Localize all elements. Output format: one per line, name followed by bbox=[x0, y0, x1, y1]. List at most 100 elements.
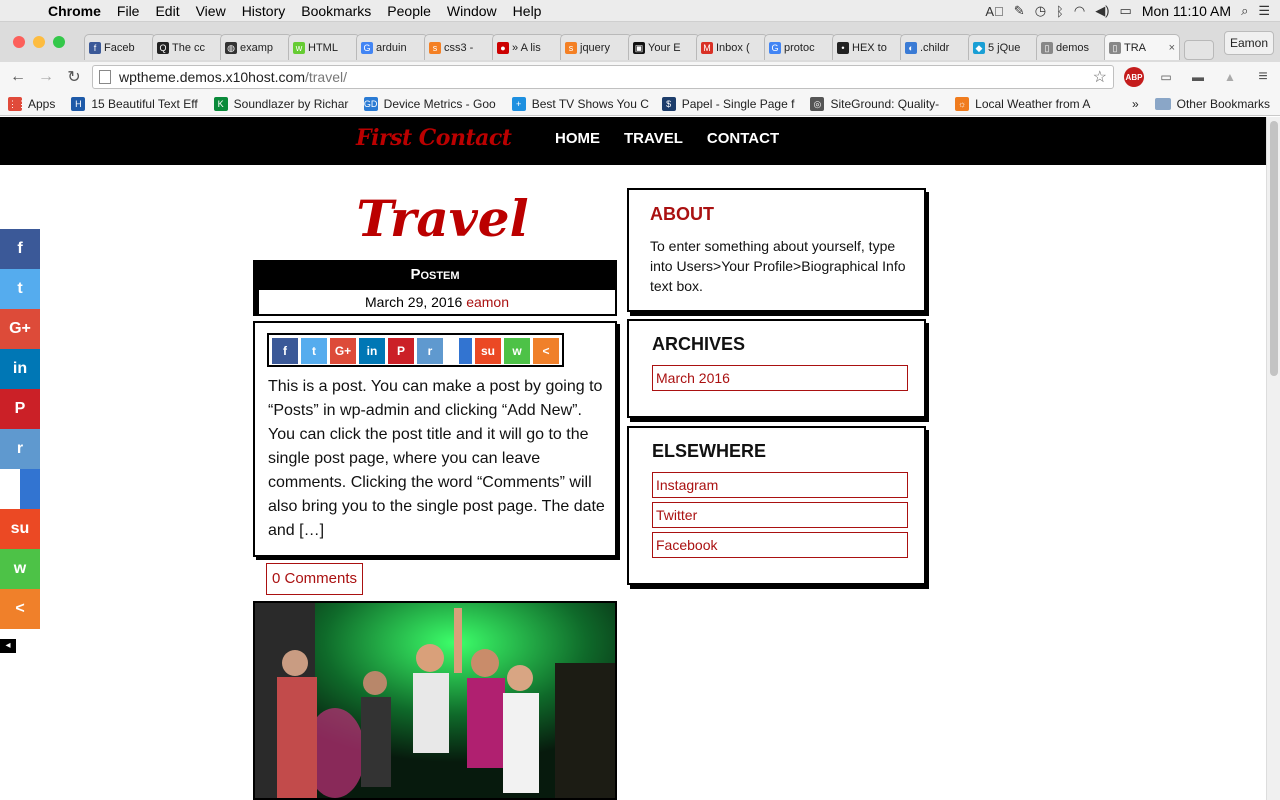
scrollbar-thumb[interactable] bbox=[1270, 121, 1278, 376]
tab-active[interactable]: ▯ TRA × bbox=[1104, 34, 1180, 60]
share-twitter-icon[interactable]: t bbox=[301, 338, 327, 364]
chrome-menu-icon[interactable]: ≡ bbox=[1254, 67, 1272, 87]
tab[interactable]: ◐ .childr bbox=[900, 34, 972, 60]
post-author-link[interactable]: eamon bbox=[466, 294, 509, 310]
tab[interactable]: Q The cc bbox=[152, 34, 224, 60]
tab[interactable]: Gprotoc bbox=[764, 34, 836, 60]
battery-icon[interactable]: ▭ bbox=[1120, 3, 1132, 19]
floating-share-facebook-icon[interactable]: f bbox=[0, 229, 40, 269]
menu-window[interactable]: Window bbox=[439, 3, 505, 19]
close-tab-icon[interactable]: × bbox=[1169, 42, 1175, 54]
share-whatsapp-icon[interactable]: w bbox=[504, 338, 530, 364]
floating-share-share-icon[interactable]: < bbox=[0, 589, 40, 629]
address-bar[interactable]: wptheme.demos.x10host.com/travel/ ☆ bbox=[92, 65, 1114, 89]
bookmark-item[interactable]: + Best TV Shows You C bbox=[504, 96, 654, 111]
bookmark-item[interactable]: ☼ Local Weather from A bbox=[947, 96, 1097, 111]
tab[interactable]: s jquery bbox=[560, 34, 632, 60]
bookmark-item[interactable]: ⋮⋮ Apps bbox=[0, 96, 63, 111]
page-icon[interactable] bbox=[99, 70, 111, 84]
site-logo[interactable]: First Contact bbox=[356, 125, 512, 151]
tab[interactable]: ◍ examp bbox=[220, 34, 292, 60]
reload-icon[interactable]: ↻ bbox=[60, 67, 88, 87]
tab[interactable]: M Inbox ( bbox=[696, 34, 768, 60]
hide-share-bar-icon[interactable]: ◂ bbox=[0, 639, 16, 653]
cast-icon[interactable]: ▭ bbox=[1156, 67, 1176, 87]
spotlight-icon[interactable]: ⌕ bbox=[1241, 3, 1248, 19]
nav-travel[interactable]: TRAVEL bbox=[624, 130, 683, 147]
other-bookmarks[interactable]: Other Bookmarks bbox=[1154, 97, 1270, 111]
wifi-icon[interactable]: ◠ bbox=[1074, 3, 1085, 19]
tab[interactable]: • HEX to bbox=[832, 34, 904, 60]
floating-share-googleplus-icon[interactable]: G+ bbox=[0, 309, 40, 349]
zoom-window-button[interactable] bbox=[53, 36, 65, 48]
nav-home[interactable]: HOME bbox=[555, 130, 600, 147]
bluetooth-icon[interactable]: ᛒ bbox=[1056, 4, 1064, 19]
share-facebook-icon[interactable]: f bbox=[272, 338, 298, 364]
bookmark-item[interactable]: ◎ SiteGround: Quality- bbox=[802, 96, 947, 111]
bookmarks-overflow-icon[interactable]: » bbox=[1132, 97, 1139, 111]
bookmark-item[interactable]: $ Papel - Single Page f bbox=[654, 96, 803, 111]
elsewhere-link-facebook[interactable]: Facebook bbox=[652, 532, 908, 558]
new-tab-button[interactable] bbox=[1184, 40, 1214, 60]
floating-share-reddit-icon[interactable]: r bbox=[0, 429, 40, 469]
menu-app-name[interactable]: Chrome bbox=[40, 3, 109, 19]
tab[interactable]: f Faceb bbox=[84, 34, 156, 60]
menu-bookmarks[interactable]: Bookmarks bbox=[293, 3, 379, 19]
menu-people[interactable]: People bbox=[379, 3, 439, 19]
page-scrollbar[interactable] bbox=[1266, 117, 1280, 800]
adblock-icon[interactable]: ABP bbox=[1124, 67, 1144, 87]
tab[interactable]: ◆ 5 jQue bbox=[968, 34, 1040, 60]
tab[interactable]: ▯ demos bbox=[1036, 34, 1108, 60]
bookmark-item[interactable]: K Soundlazer by Richar bbox=[206, 96, 356, 111]
folder-icon bbox=[1154, 97, 1171, 110]
menu-help[interactable]: Help bbox=[505, 3, 550, 19]
tab[interactable]: w HTML bbox=[288, 34, 360, 60]
volume-icon[interactable]: ◀) bbox=[1095, 3, 1109, 19]
archive-link-march-2016[interactable]: March 2016 bbox=[652, 365, 908, 391]
extension-icon[interactable]: ▬ bbox=[1188, 67, 1208, 87]
bookmark-item[interactable]: H 15 Beautiful Text Eff bbox=[63, 96, 205, 111]
comments-link[interactable]: 0 Comments bbox=[266, 563, 364, 595]
time-machine-icon[interactable]: ◷ bbox=[1035, 3, 1046, 19]
profile-button[interactable]: Eamon bbox=[1224, 31, 1274, 55]
bookmark-star-icon[interactable]: ☆ bbox=[1093, 67, 1107, 87]
share-share-icon[interactable]: < bbox=[533, 338, 559, 364]
clock[interactable]: Mon 11:10 AM bbox=[1142, 3, 1231, 19]
nav-contact[interactable]: CONTACT bbox=[707, 130, 779, 147]
tab[interactable]: ●» A lis bbox=[492, 34, 564, 60]
post-featured-image[interactable] bbox=[253, 601, 617, 800]
floating-share-pinterest-icon[interactable]: P bbox=[0, 389, 40, 429]
back-icon[interactable]: ← bbox=[4, 68, 32, 86]
tab[interactable]: s css3 - bbox=[424, 34, 496, 60]
share-pinterest-icon[interactable]: P bbox=[388, 338, 414, 364]
floating-share-linkedin-icon[interactable]: in bbox=[0, 349, 40, 389]
share-googleplus-icon[interactable]: G+ bbox=[330, 338, 356, 364]
elsewhere-link-instagram[interactable]: Instagram bbox=[652, 472, 908, 498]
share-delicious-icon[interactable] bbox=[446, 338, 472, 364]
close-window-button[interactable] bbox=[13, 36, 25, 48]
tab-favicon-icon: G bbox=[361, 41, 373, 54]
forward-icon[interactable]: → bbox=[32, 68, 60, 86]
floating-share-delicious-icon[interactable] bbox=[0, 469, 40, 509]
notification-center-icon[interactable]: ☰ bbox=[1258, 3, 1270, 19]
tab[interactable]: Garduin bbox=[356, 34, 428, 60]
floating-share-stumbleupon-icon[interactable]: su bbox=[0, 509, 40, 549]
menu-view[interactable]: View bbox=[188, 3, 234, 19]
menu-file[interactable]: File bbox=[109, 3, 148, 19]
menu-history[interactable]: History bbox=[234, 3, 294, 19]
elsewhere-link-twitter[interactable]: Twitter bbox=[652, 502, 908, 528]
post-header: Postem March 29, 2016 eamon bbox=[253, 260, 617, 316]
share-stumbleupon-icon[interactable]: su bbox=[475, 338, 501, 364]
drive-icon[interactable]: ▲ bbox=[1220, 67, 1240, 87]
pen-icon[interactable]: ✎ bbox=[1014, 3, 1025, 19]
minimize-window-button[interactable] bbox=[33, 36, 45, 48]
bookmark-item[interactable]: GD Device Metrics - Goo bbox=[356, 96, 504, 111]
tab[interactable]: ▣ Your E bbox=[628, 34, 700, 60]
floating-share-whatsapp-icon[interactable]: w bbox=[0, 549, 40, 589]
share-linkedin-icon[interactable]: in bbox=[359, 338, 385, 364]
menu-edit[interactable]: Edit bbox=[147, 3, 187, 19]
accessibility-icon[interactable]: A⃞ bbox=[985, 4, 1003, 19]
share-reddit-icon[interactable]: r bbox=[417, 338, 443, 364]
post-title[interactable]: Postem bbox=[255, 262, 615, 288]
floating-share-twitter-icon[interactable]: t bbox=[0, 269, 40, 309]
